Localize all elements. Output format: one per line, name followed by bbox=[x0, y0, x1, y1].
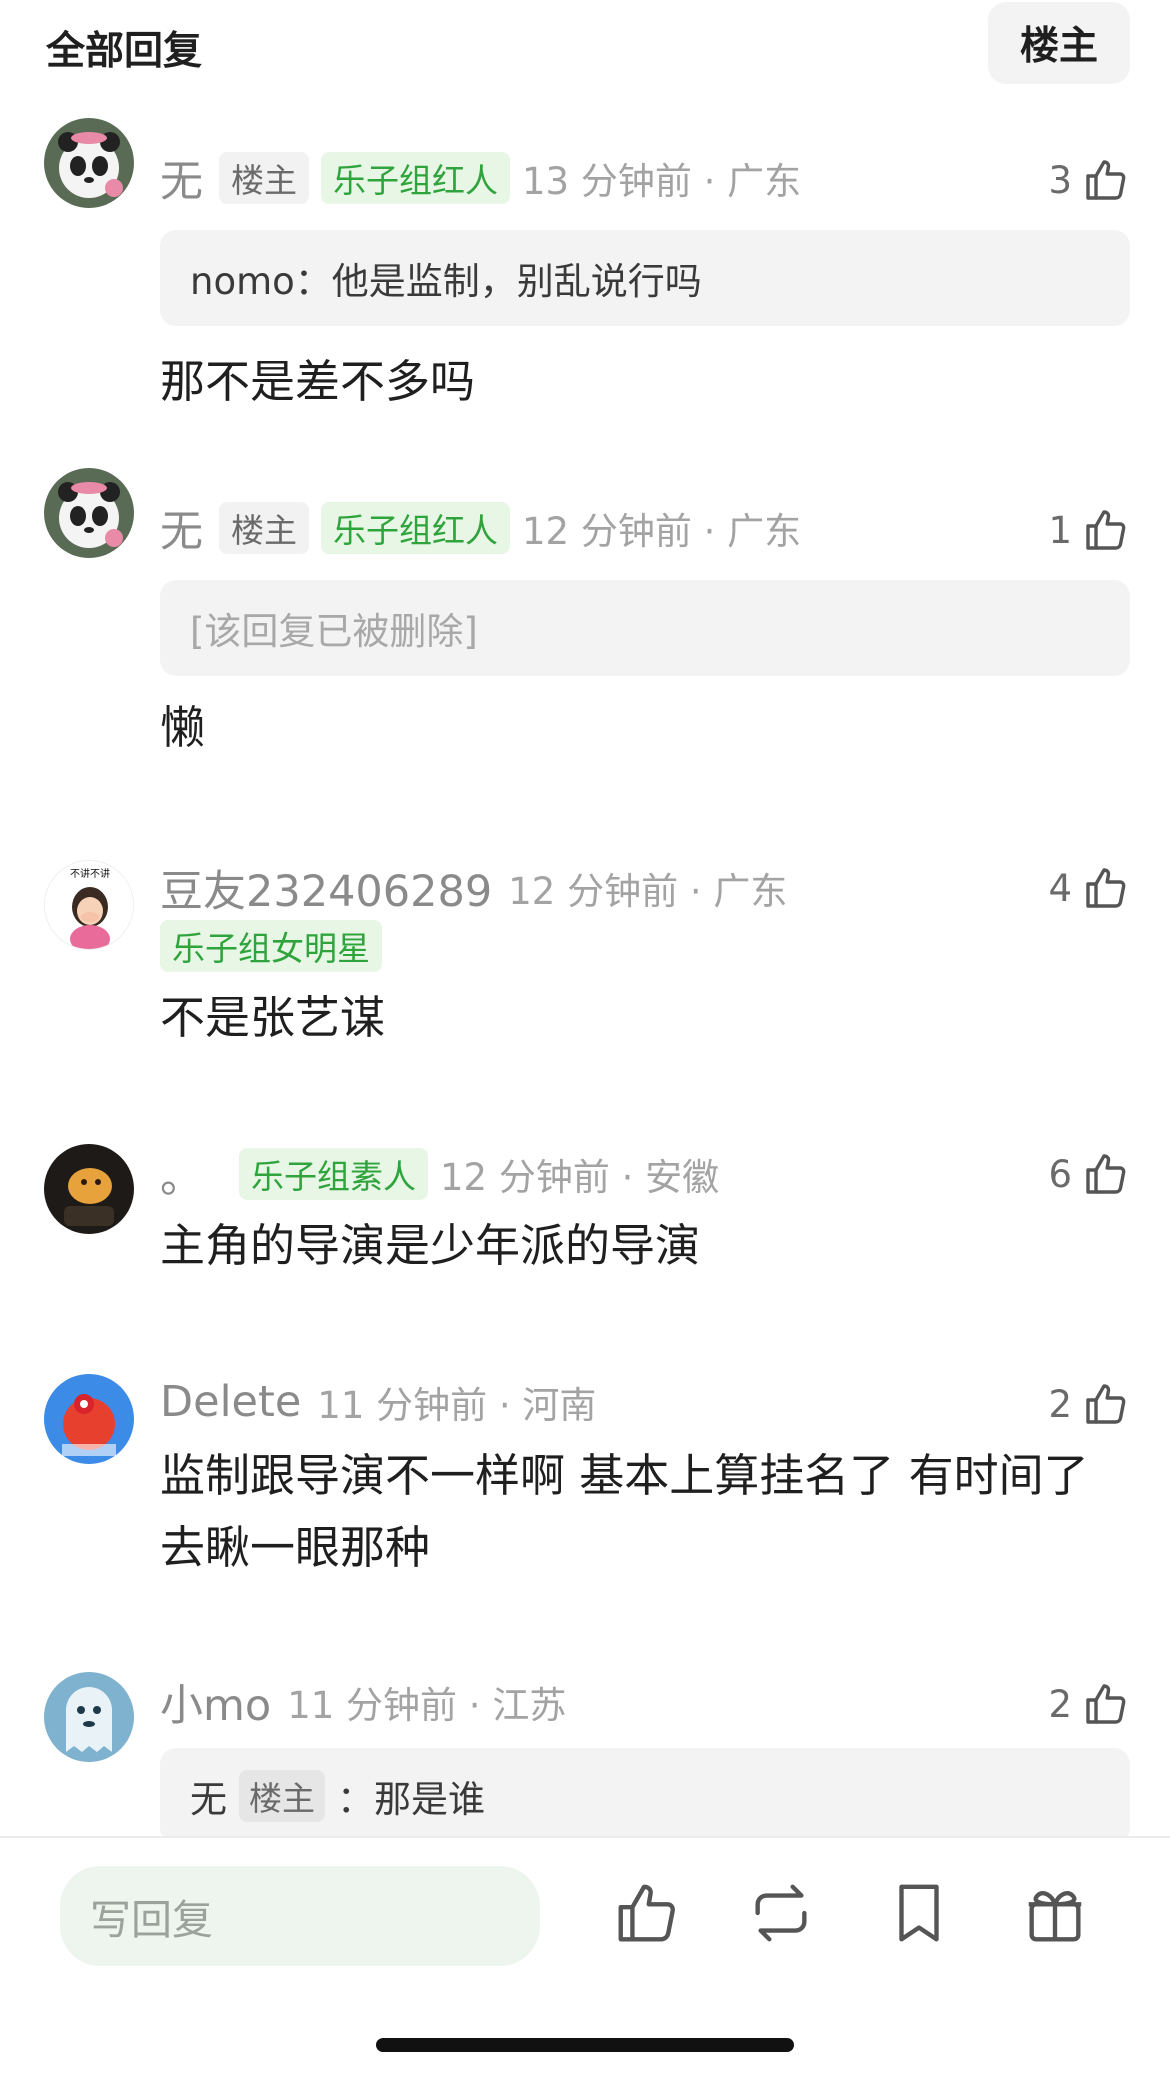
like-count: 2 bbox=[1048, 1682, 1072, 1726]
username[interactable]: 无 bbox=[160, 147, 203, 209]
user-tag-badge: 乐子组女明星 bbox=[160, 920, 382, 972]
user-tag-badge: 乐子组素人 bbox=[239, 1148, 428, 1200]
timestamp-location: 12 分钟前 · 广东 bbox=[508, 870, 788, 913]
comment-text: 主角的导演是少年派的导演 bbox=[160, 1219, 701, 1272]
comment-meta: 无 楼主 乐子组红人 13 分钟前 · 广东 bbox=[160, 152, 802, 207]
op-badge: 楼主 bbox=[219, 502, 309, 554]
page-title: 全部回复 bbox=[46, 29, 203, 74]
timestamp-location: 12 分钟前 · 安徽 bbox=[440, 1156, 720, 1199]
username[interactable]: 豆友232406289 bbox=[160, 857, 492, 919]
user-tag-row: 乐子组女明星 bbox=[160, 920, 394, 972]
repost-icon[interactable] bbox=[746, 1878, 816, 1948]
comment-text: 那不是差不多吗 bbox=[160, 355, 476, 408]
timestamp-location: 13 分钟前 · 广东 bbox=[522, 160, 802, 203]
quoted-text: ：那是谁 bbox=[337, 1778, 485, 1821]
user-tag-badge: 乐子组红人 bbox=[321, 502, 510, 554]
blue-ghost-avatar[interactable] bbox=[44, 1672, 134, 1762]
quoted-reply[interactable]: 无 楼主 ：那是谁 bbox=[160, 1748, 1130, 1844]
comment-meta: 小mo 11 分钟前 · 江苏 bbox=[160, 1676, 567, 1731]
username[interactable]: 小mo bbox=[160, 1671, 271, 1733]
thumbs-up-icon bbox=[1082, 506, 1130, 554]
cartoon-girl-avatar[interactable]: 不讲不讲 bbox=[44, 860, 134, 950]
like-count: 3 bbox=[1048, 158, 1072, 202]
thumbs-up-icon bbox=[1082, 1680, 1130, 1728]
comment-meta: 豆友232406289 12 分钟前 · 广东 bbox=[160, 862, 788, 917]
thumbs-up-icon bbox=[1082, 156, 1130, 204]
like-button[interactable]: 3 bbox=[1048, 150, 1130, 210]
panda-avatar[interactable] bbox=[44, 118, 134, 208]
like-count: 4 bbox=[1048, 866, 1072, 910]
like-count: 6 bbox=[1048, 1152, 1072, 1196]
like-button[interactable]: 1 bbox=[1048, 500, 1130, 560]
thumbs-up-icon bbox=[1082, 864, 1130, 912]
bookmark-icon[interactable] bbox=[884, 1878, 954, 1948]
username[interactable]: 。 bbox=[160, 1143, 203, 1205]
username[interactable]: 无 bbox=[160, 497, 203, 559]
thumbs-up-icon[interactable] bbox=[612, 1878, 682, 1948]
like-button[interactable]: 2 bbox=[1048, 1374, 1130, 1434]
thumbs-up-icon bbox=[1082, 1150, 1130, 1198]
avatar-caption: 不讲不讲 bbox=[70, 867, 110, 880]
quoted-reply[interactable]: nomo：他是监制，别乱说行吗 bbox=[160, 230, 1130, 326]
timestamp-location: 12 分钟前 · 广东 bbox=[522, 510, 802, 553]
panda-avatar[interactable] bbox=[44, 468, 134, 558]
op-badge: 楼主 bbox=[239, 1770, 325, 1822]
comment-text: 懒 bbox=[160, 701, 206, 754]
comment-text: 不是张艺谋 bbox=[160, 991, 386, 1044]
thumbs-up-icon bbox=[1082, 1380, 1130, 1428]
dark-cartoon-avatar[interactable] bbox=[44, 1144, 134, 1234]
timestamp-location: 11 分钟前 · 河南 bbox=[317, 1384, 597, 1427]
op-only-filter-button[interactable]: 楼主 bbox=[988, 2, 1130, 84]
user-tag-badge: 乐子组红人 bbox=[321, 152, 510, 204]
quoted-username: 无 bbox=[190, 1778, 227, 1821]
comment-meta: Delete 11 分钟前 · 河南 bbox=[160, 1376, 596, 1428]
gift-icon[interactable] bbox=[1020, 1878, 1090, 1948]
blue-red-avatar[interactable] bbox=[44, 1374, 134, 1464]
bottom-action-bar: 写回复 bbox=[0, 1836, 1170, 2084]
quoted-reply-deleted: [该回复已被删除] bbox=[160, 580, 1130, 676]
like-count: 1 bbox=[1048, 508, 1072, 552]
reply-input[interactable]: 写回复 bbox=[60, 1866, 540, 1966]
like-button[interactable]: 6 bbox=[1048, 1144, 1130, 1204]
comment-meta: 无 楼主 乐子组红人 12 分钟前 · 广东 bbox=[160, 502, 802, 557]
header: 全部回复 楼主 bbox=[0, 0, 1170, 96]
home-indicator bbox=[376, 2038, 794, 2052]
like-button[interactable]: 2 bbox=[1048, 1674, 1130, 1734]
comment-text: 监制跟导演不一样啊 基本上算挂名了 有时间了去瞅一眼那种 bbox=[160, 1449, 1089, 1574]
username[interactable]: Delete bbox=[160, 1377, 301, 1427]
timestamp-location: 11 分钟前 · 江苏 bbox=[287, 1684, 567, 1727]
like-count: 2 bbox=[1048, 1382, 1072, 1426]
comment-meta: 。 乐子组素人 12 分钟前 · 安徽 bbox=[160, 1148, 720, 1203]
op-badge: 楼主 bbox=[219, 152, 309, 204]
like-button[interactable]: 4 bbox=[1048, 858, 1130, 918]
